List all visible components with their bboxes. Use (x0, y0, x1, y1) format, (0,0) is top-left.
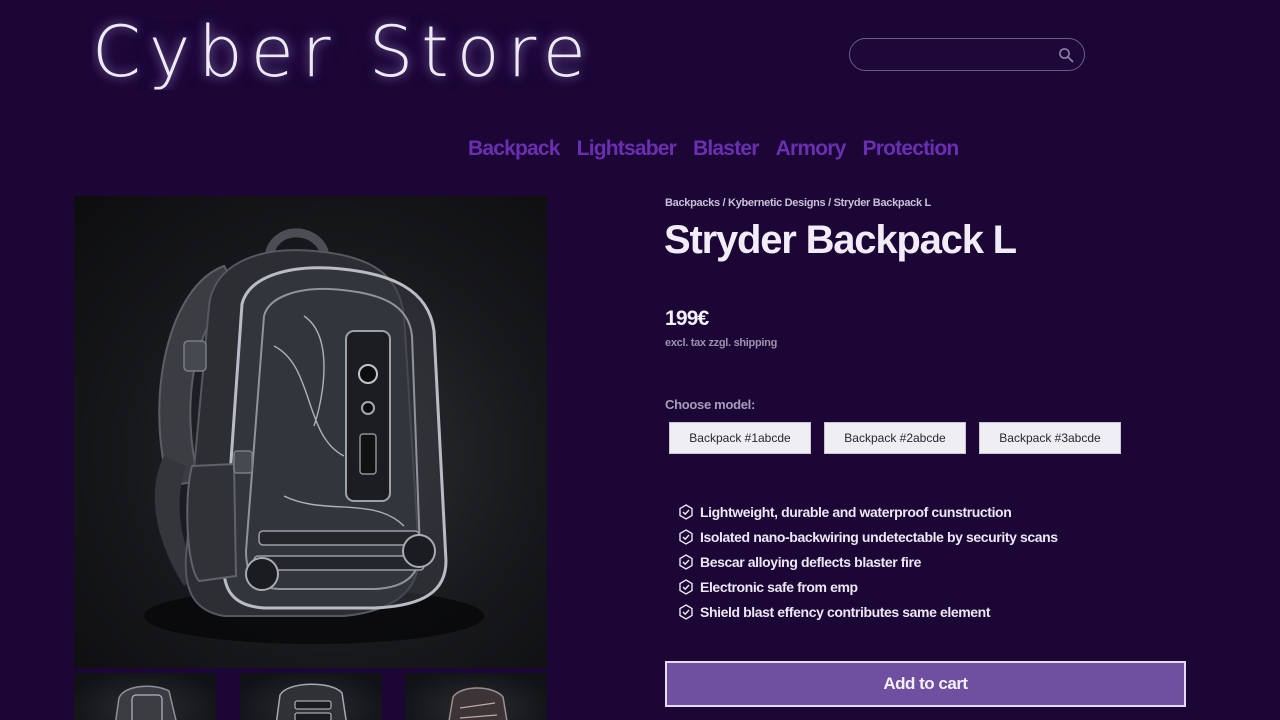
search-box[interactable] (849, 38, 1085, 71)
feature-text: Lightweight, durable and waterproof cuns… (700, 503, 1012, 520)
backpack-illustration (144, 228, 484, 644)
product-thumbnail[interactable] (74, 673, 216, 720)
logo-wordmark: Cyber Store (92, 11, 592, 93)
search-input[interactable] (864, 45, 1044, 65)
hexagon-check-icon (679, 603, 693, 620)
model-option-1[interactable]: Backpack #1abcde (669, 422, 811, 454)
add-to-cart-button[interactable]: Add to cart (665, 661, 1186, 707)
feature-text: Isolated nano-backwiring undetectable by… (700, 528, 1058, 545)
product-thumbnail[interactable] (240, 673, 382, 720)
feature-text: Shield blast effency contributes same el… (700, 603, 991, 620)
hexagon-check-icon (679, 578, 693, 595)
model-option-2[interactable]: Backpack #2abcde (824, 422, 966, 454)
hexagon-check-icon (679, 503, 693, 520)
nav-link-protection[interactable]: Protection (863, 137, 960, 161)
feature-text: Bescar alloying deflects blaster fire (700, 553, 921, 570)
product-main-image[interactable] (74, 196, 547, 668)
hexagon-check-icon (679, 528, 693, 545)
feature-item: Bescar alloying deflects blaster fire (678, 549, 1058, 574)
product-thumbnail[interactable] (405, 673, 547, 720)
thumbnail-image (448, 687, 508, 720)
nav-link-blaster[interactable]: Blaster (693, 137, 759, 161)
feature-item: Lightweight, durable and waterproof cuns… (678, 499, 1058, 524)
feature-item: Shield blast effency contributes same el… (678, 599, 1058, 624)
model-selector: Backpack #1abcde Backpack #2abcde Backpa… (669, 422, 1121, 454)
thumbnail-image (275, 683, 347, 720)
nav-link-backpack[interactable]: Backpack (468, 137, 560, 161)
model-option-3[interactable]: Backpack #3abcde (979, 422, 1121, 454)
search-icon[interactable] (1058, 47, 1074, 63)
hexagon-check-icon (679, 553, 693, 570)
feature-item: Isolated nano-backwiring undetectable by… (678, 524, 1058, 549)
category-nav: Backpack Lightsaber Blaster Armory Prote… (468, 137, 975, 161)
choose-model-label: Choose model: (665, 397, 755, 412)
store-logo[interactable]: Cyber Store (92, 10, 592, 106)
tax-note: excl. tax zzgl. shipping (665, 337, 777, 349)
product-page: Cyber Store Backpack Lightsaber Blaster … (0, 0, 1280, 720)
feature-list: Lightweight, durable and waterproof cuns… (678, 499, 1058, 624)
product-price: 199€ (665, 307, 709, 330)
logo-text: Cyber Store (92, 11, 592, 90)
nav-link-armory[interactable]: Armory (776, 137, 847, 161)
breadcrumb[interactable]: Backpacks / Kybernetic Designs / Stryder… (665, 197, 931, 209)
product-title: Stryder Backpack L (664, 218, 1017, 262)
feature-text: Electronic safe from emp (700, 578, 858, 595)
feature-item: Electronic safe from emp (678, 574, 1058, 599)
nav-link-lightsaber[interactable]: Lightsaber (577, 137, 677, 161)
thumbnail-image (115, 685, 177, 720)
